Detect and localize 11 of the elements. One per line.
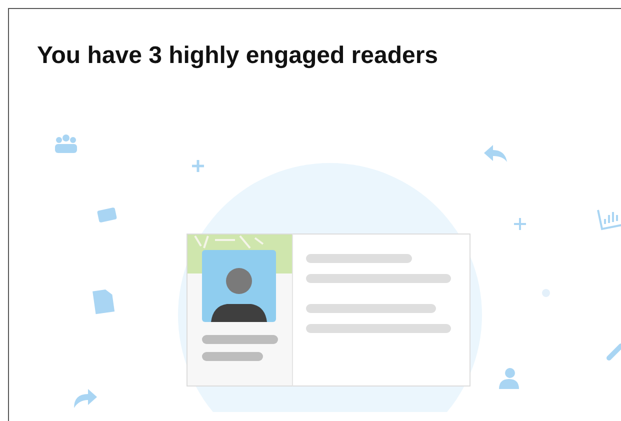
card-title: You have 3 highly engaged readers bbox=[37, 42, 438, 71]
plus-icon bbox=[190, 158, 206, 174]
pencil-icon bbox=[606, 344, 621, 360]
share-arrow-icon bbox=[74, 389, 97, 408]
reply-arrow-icon bbox=[484, 145, 507, 162]
person-icon bbox=[499, 368, 519, 389]
people-icon bbox=[55, 134, 77, 153]
plus-icon bbox=[513, 217, 527, 231]
bar-chart-icon bbox=[597, 209, 621, 230]
document-icon bbox=[92, 290, 115, 314]
dot-icon bbox=[542, 289, 550, 297]
